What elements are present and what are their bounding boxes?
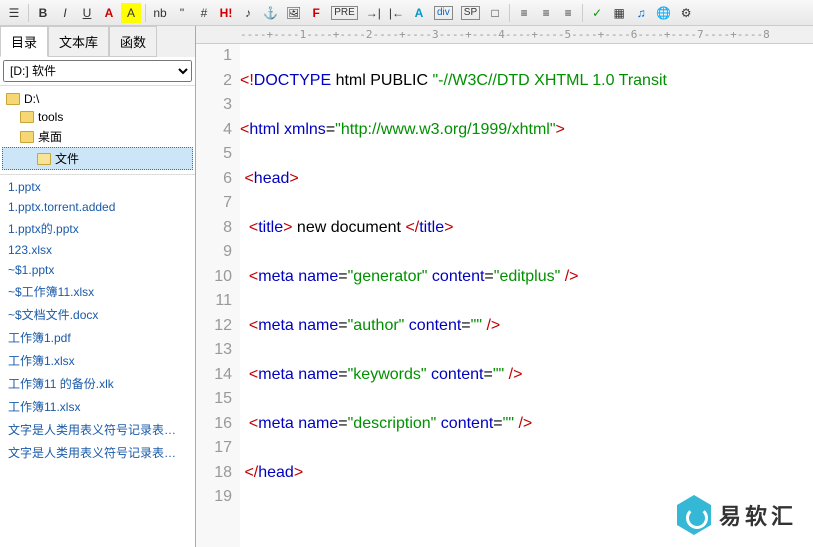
- file-item[interactable]: ~$文档文件.docx: [2, 303, 193, 326]
- font-color-button[interactable]: A: [99, 3, 119, 23]
- align-right-icon[interactable]: ≡: [558, 3, 578, 23]
- file-item[interactable]: 工作簿11 的备份.xlk: [2, 372, 193, 395]
- align-left-icon[interactable]: ≡: [514, 3, 534, 23]
- tree-item[interactable]: D:\: [2, 90, 193, 108]
- nb-button[interactable]: nb: [150, 3, 170, 23]
- watermark-text: 易软汇: [719, 499, 797, 531]
- tab-functions[interactable]: 函数: [109, 26, 157, 57]
- folder-icon: [20, 131, 34, 143]
- quote-button[interactable]: ": [172, 3, 192, 23]
- file-item[interactable]: 1.pptx: [2, 177, 193, 197]
- indent-out-icon[interactable]: |←: [386, 3, 407, 23]
- heading-button[interactable]: H!: [216, 3, 236, 23]
- file-item[interactable]: 工作簿1.xlsx: [2, 349, 193, 372]
- file-item[interactable]: ~$1.pptx: [2, 260, 193, 280]
- gear-icon[interactable]: ⚙: [676, 3, 696, 23]
- underline-button[interactable]: U: [77, 3, 97, 23]
- check-icon[interactable]: ✓: [587, 3, 607, 23]
- list-icon[interactable]: ☰: [4, 3, 24, 23]
- flash-button[interactable]: F: [306, 3, 326, 23]
- italic-button[interactable]: I: [55, 3, 75, 23]
- file-list: 1.pptx 1.pptx.torrent.added 1.pptx的.pptx…: [0, 175, 195, 547]
- file-item[interactable]: 1.pptx的.pptx: [2, 217, 193, 240]
- indent-in-icon[interactable]: →|: [363, 3, 384, 23]
- column-ruler: ----+----1----+----2----+----3----+----4…: [196, 26, 813, 44]
- color-swatch-button[interactable]: A: [409, 3, 429, 23]
- bold-button[interactable]: B: [33, 3, 53, 23]
- file-item[interactable]: 文字是人类用表义符号记录表达信: [2, 441, 193, 464]
- anchor-icon[interactable]: ⚓: [260, 3, 281, 23]
- image-icon[interactable]: 🖼: [283, 3, 304, 23]
- world-icon[interactable]: 🌐: [653, 3, 674, 23]
- editor: ----+----1----+----2----+----3----+----4…: [196, 26, 813, 547]
- tree-item-selected[interactable]: 文件: [2, 147, 193, 170]
- drive-select[interactable]: [D:] 软件: [3, 60, 192, 82]
- watermark: 易软汇: [677, 495, 797, 535]
- sidebar-tabs: 目录 文本库 函数: [0, 26, 195, 57]
- folder-open-icon: [37, 153, 51, 165]
- code-area[interactable]: 12345678910111213141516171819 <!DOCTYPE …: [196, 44, 813, 547]
- code-body[interactable]: <!DOCTYPE html PUBLIC "-//W3C//DTD XHTML…: [240, 44, 813, 547]
- hash-button[interactable]: #: [194, 3, 214, 23]
- tab-text-library[interactable]: 文本库: [48, 26, 109, 57]
- file-item[interactable]: 123.xlsx: [2, 240, 193, 260]
- tree-item[interactable]: 桌面: [2, 126, 193, 147]
- sheet-icon[interactable]: ▦: [609, 3, 629, 23]
- sidebar: 目录 文本库 函数 [D:] 软件 D:\ tools 桌面 文件 1.pptx…: [0, 26, 196, 547]
- folder-icon: [6, 93, 20, 105]
- file-item[interactable]: ~$工作簿11.xlsx: [2, 280, 193, 303]
- file-item[interactable]: 工作簿11.xlsx: [2, 395, 193, 418]
- line-numbers: 12345678910111213141516171819: [196, 44, 240, 547]
- watermark-logo-icon: [677, 495, 711, 535]
- formatting-toolbar: ☰ B I U A A nb " # H! ♪ ⚓ 🖼 F PRE →| |← …: [0, 0, 813, 26]
- tab-directory[interactable]: 目录: [0, 26, 48, 57]
- div-button[interactable]: div: [434, 6, 453, 20]
- pre-button[interactable]: PRE: [331, 6, 358, 20]
- sp-button[interactable]: SP: [461, 6, 480, 20]
- music-icon[interactable]: ♫: [631, 3, 651, 23]
- tree-item[interactable]: tools: [2, 108, 193, 126]
- file-item[interactable]: 工作簿1.pdf: [2, 326, 193, 349]
- highlight-button[interactable]: A: [121, 3, 141, 23]
- nbsp-button[interactable]: □: [485, 3, 505, 23]
- folder-tree: D:\ tools 桌面 文件: [0, 86, 195, 175]
- file-item[interactable]: 1.pptx.torrent.added: [2, 197, 193, 217]
- folder-icon: [20, 111, 34, 123]
- align-center-icon[interactable]: ≡: [536, 3, 556, 23]
- note-icon[interactable]: ♪: [238, 3, 258, 23]
- file-item[interactable]: 文字是人类用表义符号记录表达信: [2, 418, 193, 441]
